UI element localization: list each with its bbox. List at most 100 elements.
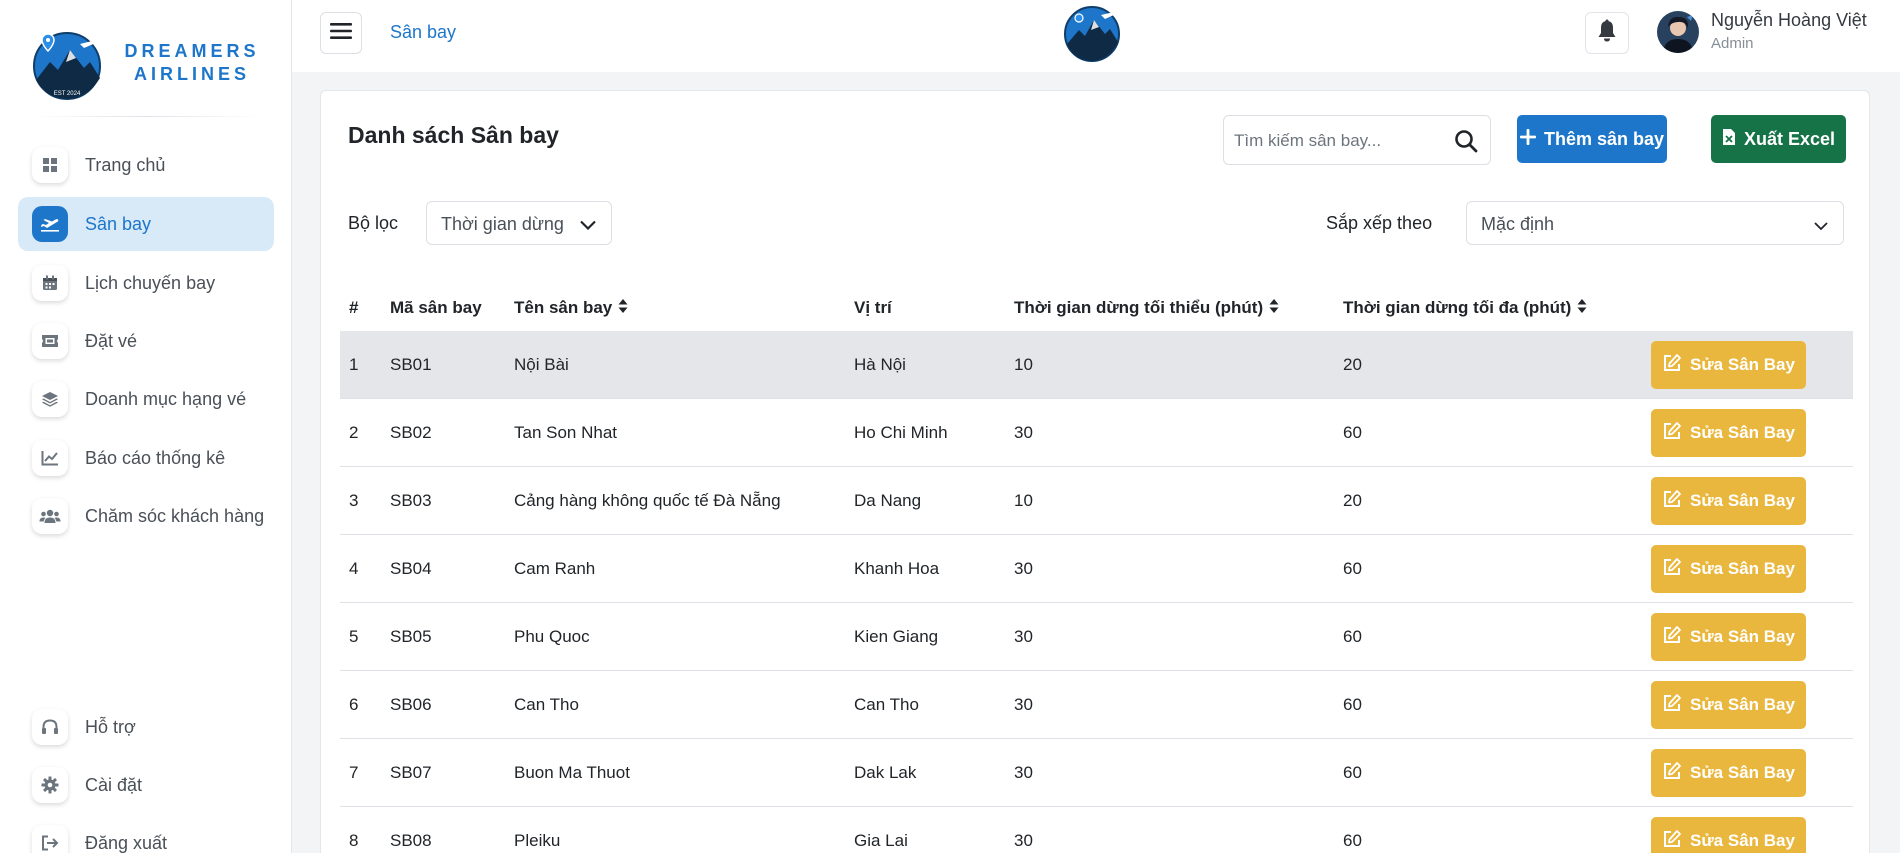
menu-toggle-button[interactable] <box>320 12 362 54</box>
table-row: 8 SB08 Pleiku Gia Lai 30 60 Sửa Sân Bay <box>340 807 1853 853</box>
edit-airport-label: Sửa Sân Bay <box>1690 695 1795 714</box>
column-header-location: Vị trí <box>854 286 892 330</box>
table-row: 7 SB07 Buon Ma Thuot Dak Lak 30 60 Sửa Sân Bay <box>340 739 1853 807</box>
sidebar-item-label: Lịch chuyến bay <box>85 272 216 293</box>
page-title: Danh sách Sân bay <box>348 122 559 148</box>
table-row: 1 SB01 Nội Bài Hà Nội 10 20 Sửa Sân Bay <box>340 331 1853 399</box>
sidebar-item-cham-soc-khach-hang[interactable]: Chăm sóc khách hàng <box>18 489 274 543</box>
row-index: 7 <box>349 763 359 782</box>
plane-departure-icon <box>32 206 68 242</box>
sidebar-item-label: Doanh mục hạng vé <box>85 388 247 409</box>
brand-name: DREAMERS AIRLINES <box>112 40 272 86</box>
airport-code: SB05 <box>390 627 432 646</box>
sidebar-item-bao-cao-thong-ke[interactable]: Báo cáo thống kê <box>18 431 274 485</box>
sidebar-item-dang-xuat[interactable]: Đăng xuất <box>18 816 274 853</box>
airport-name: Pleiku <box>514 831 561 850</box>
sidebar-item-dat-ve[interactable]: Đặt vé <box>18 314 274 368</box>
airline-logo[interactable]: EST 2024 <box>28 28 106 100</box>
notification-button[interactable] <box>1585 12 1629 54</box>
bell-icon <box>1596 19 1618 48</box>
center-logo <box>1064 6 1120 62</box>
row-index: 5 <box>349 627 359 646</box>
airport-name: Tan Son Nhat <box>514 423 618 442</box>
sort-icon[interactable] <box>1269 298 1279 319</box>
min-stop-time: 30 <box>1014 559 1033 578</box>
sort-label: Sắp xếp theo <box>1326 213 1433 233</box>
column-header-code: Mã sân bay <box>390 286 482 330</box>
column-header-label: Thời gian dừng tối đa (phút) <box>1343 298 1572 317</box>
sidebar-item-label: Cài đặt <box>85 774 143 795</box>
sort-icon[interactable] <box>1577 298 1587 319</box>
search-input[interactable] <box>1234 128 1444 154</box>
edit-airport-button[interactable]: Sửa Sân Bay <box>1651 477 1806 525</box>
min-stop-time: 10 <box>1014 355 1033 374</box>
headphones-icon <box>32 709 68 745</box>
edit-icon <box>1662 829 1682 853</box>
brand-line-2: AIRLINES <box>133 64 250 84</box>
edit-airport-label: Sửa Sân Bay <box>1690 559 1795 578</box>
edit-airport-button[interactable]: Sửa Sân Bay <box>1651 749 1806 797</box>
edit-airport-button[interactable]: Sửa Sân Bay <box>1651 817 1806 853</box>
edit-airport-label: Sửa Sân Bay <box>1690 831 1795 850</box>
edit-airport-button[interactable]: Sửa Sân Bay <box>1651 613 1806 661</box>
sidebar-item-danh-muc-hang-ve[interactable]: Doanh mục hạng vé <box>18 372 274 426</box>
logout-icon <box>32 825 68 853</box>
row-index: 4 <box>349 559 359 578</box>
edit-airport-button[interactable]: Sửa Sân Bay <box>1651 341 1806 389</box>
export-excel-button[interactable]: Xuất Excel <box>1711 115 1846 163</box>
airport-name: Phu Quoc <box>514 627 590 646</box>
column-header-name[interactable]: Tên sân bay <box>514 286 628 330</box>
min-stop-time: 30 <box>1014 763 1033 782</box>
column-header-label: Vị trí <box>854 298 892 317</box>
sidebar: EST 2024 DREAMERS AIRLINES Trang chủ Sân… <box>0 0 292 853</box>
min-stop-time: 30 <box>1014 831 1033 850</box>
min-stop-time: 30 <box>1014 627 1033 646</box>
sidebar-item-san-bay[interactable]: Sân bay <box>18 197 274 251</box>
airport-location: Hà Nội <box>854 355 906 374</box>
calendar-icon <box>32 265 68 301</box>
airport-name: Can Tho <box>514 695 579 714</box>
add-airport-button[interactable]: Thêm sân bay <box>1517 115 1667 163</box>
breadcrumb[interactable]: Sân bay <box>390 22 456 43</box>
column-header-index: # <box>349 286 358 330</box>
edit-airport-label: Sửa Sân Bay <box>1690 355 1795 374</box>
table-row: 3 SB03 Cảng hàng không quốc tế Đà Nẵng Da N… <box>340 467 1853 535</box>
ticket-icon <box>32 323 68 359</box>
min-stop-time: 10 <box>1014 491 1033 510</box>
sort-select[interactable]: Mặc định <box>1466 201 1844 245</box>
edit-airport-button[interactable]: Sửa Sân Bay <box>1651 545 1806 593</box>
column-header-label: # <box>349 298 359 317</box>
sidebar-item-label: Sân bay <box>85 213 152 234</box>
gear-icon <box>32 767 68 803</box>
max-stop-time: 20 <box>1343 491 1362 510</box>
sidebar-item-lich-chuyen-bay[interactable]: Lịch chuyến bay <box>18 256 274 310</box>
sidebar-item-trang-chu[interactable]: Trang chủ <box>18 138 274 192</box>
column-header-min-stop[interactable]: Thời gian dừng tối thiểu (phút) <box>1014 286 1279 330</box>
airport-location: Da Nang <box>854 491 922 510</box>
filter-select[interactable]: Thời gian dừng <box>426 201 612 245</box>
column-header-max-stop[interactable]: Thời gian dừng tối đa (phút) <box>1343 286 1587 330</box>
users-icon <box>32 498 68 534</box>
edit-icon <box>1662 421 1682 446</box>
sidebar-item-ho-tro[interactable]: Hỗ trợ <box>18 700 274 754</box>
row-index: 3 <box>349 491 359 510</box>
edit-airport-button[interactable]: Sửa Sân Bay <box>1651 681 1806 729</box>
airport-code: SB03 <box>390 491 432 510</box>
sidebar-divider <box>30 116 260 117</box>
edit-airport-button[interactable]: Sửa Sân Bay <box>1651 409 1806 457</box>
sidebar-item-cai-dat[interactable]: Cài đặt <box>18 758 274 812</box>
user-name[interactable]: Nguyễn Hoàng Việt <box>1711 10 1867 31</box>
sidebar-item-label: Đăng xuất <box>85 832 168 853</box>
edit-icon <box>1662 625 1682 650</box>
search-box <box>1223 115 1491 165</box>
sort-icon[interactable] <box>618 298 628 319</box>
min-stop-time: 30 <box>1014 423 1033 442</box>
plus-icon <box>1519 128 1536 150</box>
chevron-down-icon <box>1813 216 1829 237</box>
airport-location: Khanh Hoa <box>854 559 940 578</box>
airport-code: SB08 <box>390 831 432 850</box>
avatar[interactable] <box>1657 11 1699 53</box>
excel-file-icon <box>1722 128 1736 151</box>
search-icon[interactable] <box>1454 129 1478 158</box>
line-chart-icon <box>32 440 68 476</box>
